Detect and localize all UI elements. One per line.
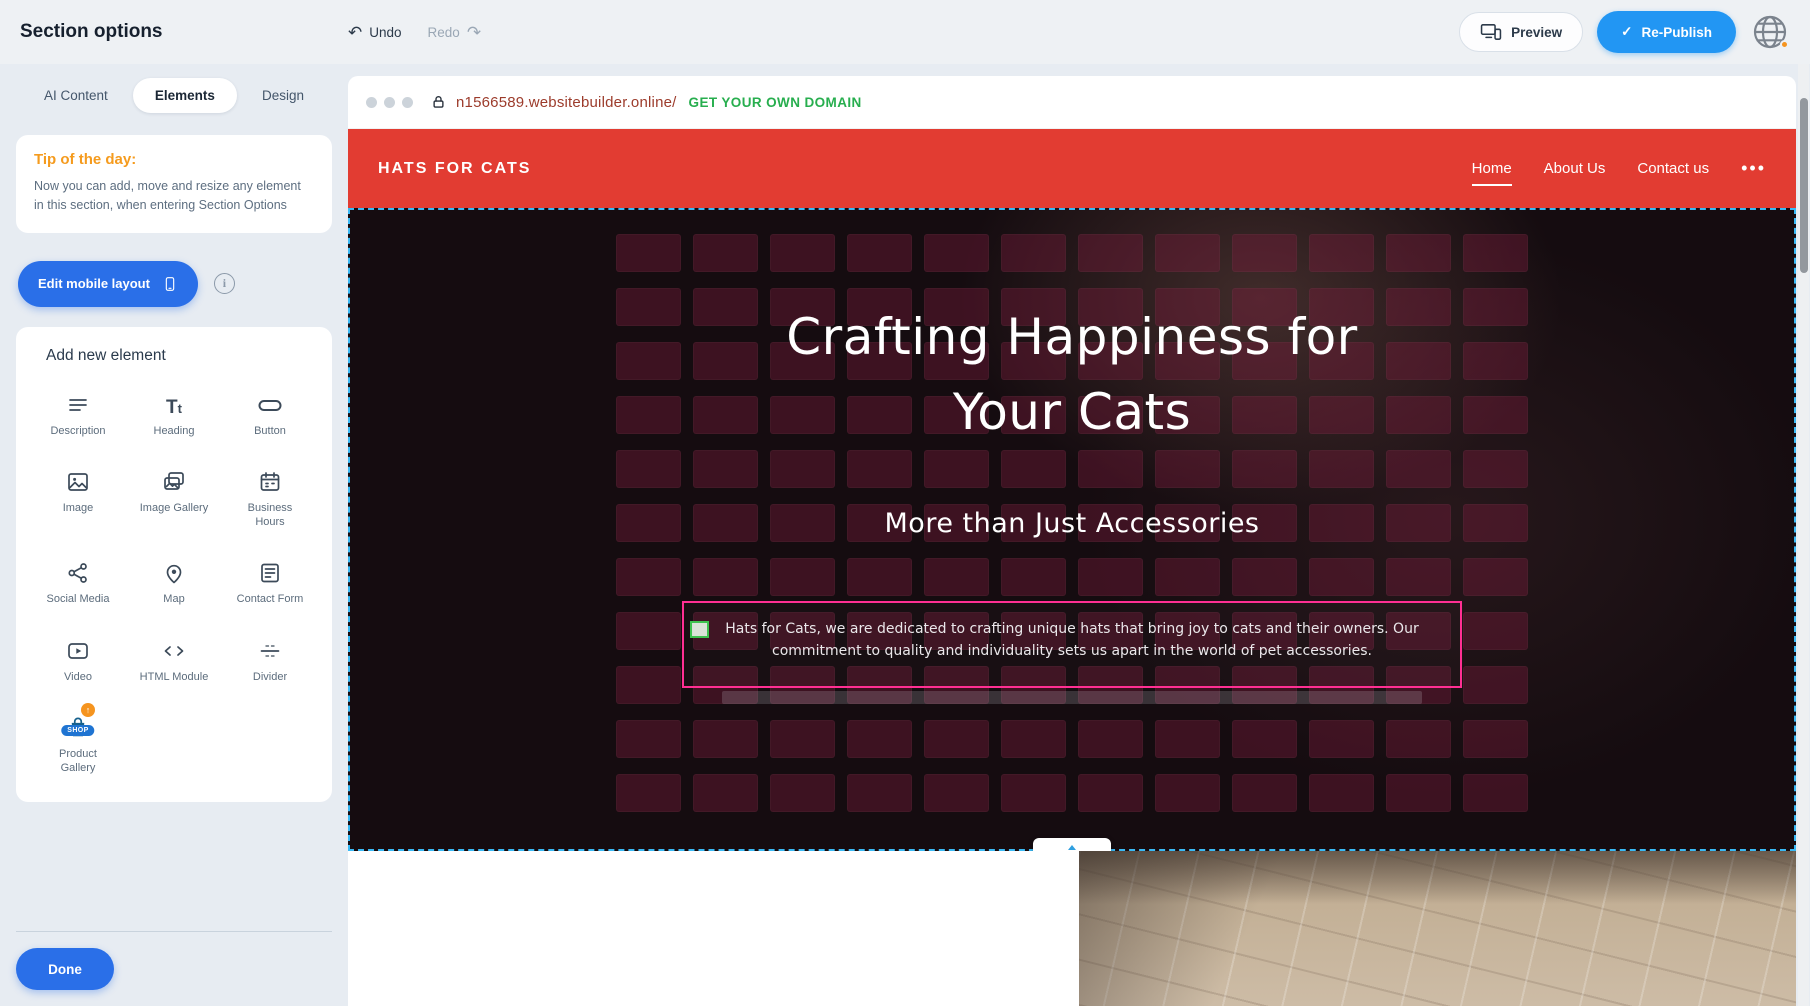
element-grid: Description Tt Heading Button Image	[30, 389, 318, 776]
tab-design[interactable]: Design	[240, 78, 326, 113]
info-icon[interactable]: i	[214, 273, 235, 294]
add-element-product-gallery[interactable]: SHOP ↑ Product Gallery	[30, 712, 126, 776]
description-icon	[66, 389, 90, 417]
map-pin-icon	[162, 557, 186, 585]
check-icon: ✓	[1621, 24, 1632, 40]
element-drop-indicator	[722, 691, 1422, 704]
html-code-icon	[161, 635, 187, 663]
add-element-heading[interactable]: Tt Heading	[126, 389, 222, 438]
nav-contact-us[interactable]: Contact us	[1637, 160, 1709, 177]
heading-icon: Tt	[166, 389, 182, 417]
site-preview: HATS FOR CATS Home About Us Contact us •…	[348, 129, 1796, 1006]
add-element-description[interactable]: Description	[30, 389, 126, 438]
undo-button[interactable]: ↶ Undo	[348, 24, 402, 41]
video-icon	[66, 635, 90, 663]
resize-arrow-up-icon	[1068, 845, 1076, 850]
social-media-icon	[66, 557, 90, 585]
section-resize-handle[interactable]	[1033, 838, 1111, 851]
nav-home[interactable]: Home	[1472, 160, 1512, 177]
section-options-sidebar: AI Content Elements Design Tip of the da…	[0, 64, 348, 1006]
tip-title: Tip of the day:	[34, 151, 314, 168]
editor-canvas: n1566589.websitebuilder.online/ GET YOUR…	[348, 64, 1810, 1006]
republish-button[interactable]: ✓ Re-Publish	[1597, 11, 1736, 53]
page-title: Section options	[20, 21, 348, 43]
hero-section: Crafting Happiness for Your Cats More th…	[348, 208, 1796, 851]
add-element-video[interactable]: Video	[30, 635, 126, 684]
hero-subtitle[interactable]: More than Just Accessories	[885, 508, 1260, 539]
image-gallery-icon	[162, 466, 186, 494]
edit-mobile-layout-button[interactable]: Edit mobile layout	[18, 261, 198, 307]
phone-icon	[162, 274, 178, 294]
site-nav: Home About Us Contact us •••	[1472, 160, 1766, 177]
resize-dashed-line	[1044, 851, 1100, 852]
add-element-button[interactable]: Button	[222, 389, 318, 438]
add-element-business-hours[interactable]: Business Hours	[222, 466, 318, 530]
language-globe-icon[interactable]	[1750, 12, 1790, 52]
product-gallery-icon: SHOP ↑	[65, 712, 91, 740]
shop-badge: SHOP	[61, 725, 94, 736]
nav-about-us[interactable]: About Us	[1544, 160, 1606, 177]
tip-of-the-day-card: Tip of the day: Now you can add, move an…	[16, 135, 332, 233]
add-element-image[interactable]: Image	[30, 466, 126, 530]
nav-more-icon[interactable]: •••	[1741, 165, 1766, 172]
undo-icon: ↶	[348, 24, 362, 41]
element-drag-handle[interactable]	[690, 621, 709, 638]
preview-button[interactable]: Preview	[1459, 12, 1583, 52]
add-element-contact-form[interactable]: Contact Form	[222, 557, 318, 606]
add-element-social-media[interactable]: Social Media	[30, 557, 126, 606]
add-element-image-gallery[interactable]: Image Gallery	[126, 466, 222, 530]
sidebar-divider	[16, 931, 332, 932]
page-scrollbar-track	[1798, 64, 1809, 1006]
hero-title-line1: Crafting Happiness for	[786, 300, 1357, 375]
notification-dot	[1780, 40, 1789, 49]
site-header: HATS FOR CATS Home About Us Contact us •…	[348, 129, 1796, 208]
browser-chrome-bar: n1566589.websitebuilder.online/ GET YOUR…	[348, 76, 1796, 129]
window-dots	[366, 97, 413, 108]
redo-button[interactable]: Redo ↷	[428, 24, 482, 41]
contact-form-icon	[258, 557, 282, 585]
button-icon	[257, 389, 283, 417]
next-page-section	[348, 851, 1796, 1006]
hero-title-line2: Your Cats	[786, 375, 1357, 450]
tip-body: Now you can add, move and resize any ele…	[34, 177, 314, 215]
site-url[interactable]: n1566589.websitebuilder.online/	[456, 94, 677, 111]
add-element-divider[interactable]: Divider	[222, 635, 318, 684]
divider-icon	[258, 635, 282, 663]
add-new-element-panel: Add new element Description Tt Heading B…	[16, 327, 332, 802]
business-hours-icon	[258, 466, 282, 494]
sidebar-tabs: AI Content Elements Design	[16, 78, 332, 113]
pavement-image	[1079, 851, 1796, 1006]
get-domain-link[interactable]: GET YOUR OWN DOMAIN	[689, 95, 862, 110]
redo-icon: ↷	[467, 24, 481, 41]
site-logo[interactable]: HATS FOR CATS	[378, 160, 531, 178]
hero-title[interactable]: Crafting Happiness for Your Cats	[786, 300, 1357, 450]
image-icon	[66, 466, 90, 494]
add-element-html-module[interactable]: HTML Module	[126, 635, 222, 684]
devices-icon	[1480, 23, 1502, 41]
add-element-title: Add new element	[46, 347, 318, 365]
page-scrollbar-thumb[interactable]	[1800, 98, 1808, 273]
selected-paragraph-element[interactable]: Hats for Cats, we are dedicated to craft…	[682, 601, 1462, 688]
tab-elements[interactable]: Elements	[133, 78, 237, 113]
add-element-map[interactable]: Map	[126, 557, 222, 606]
lock-icon	[431, 94, 446, 110]
tab-ai-content[interactable]: AI Content	[22, 78, 130, 113]
shop-notification-dot: ↑	[81, 703, 95, 717]
hero-paragraph-text: Hats for Cats, we are dedicated to craft…	[725, 621, 1418, 659]
done-button[interactable]: Done	[16, 948, 114, 990]
topbar: Section options ↶ Undo Redo ↷ Preview ✓ …	[0, 0, 1810, 64]
